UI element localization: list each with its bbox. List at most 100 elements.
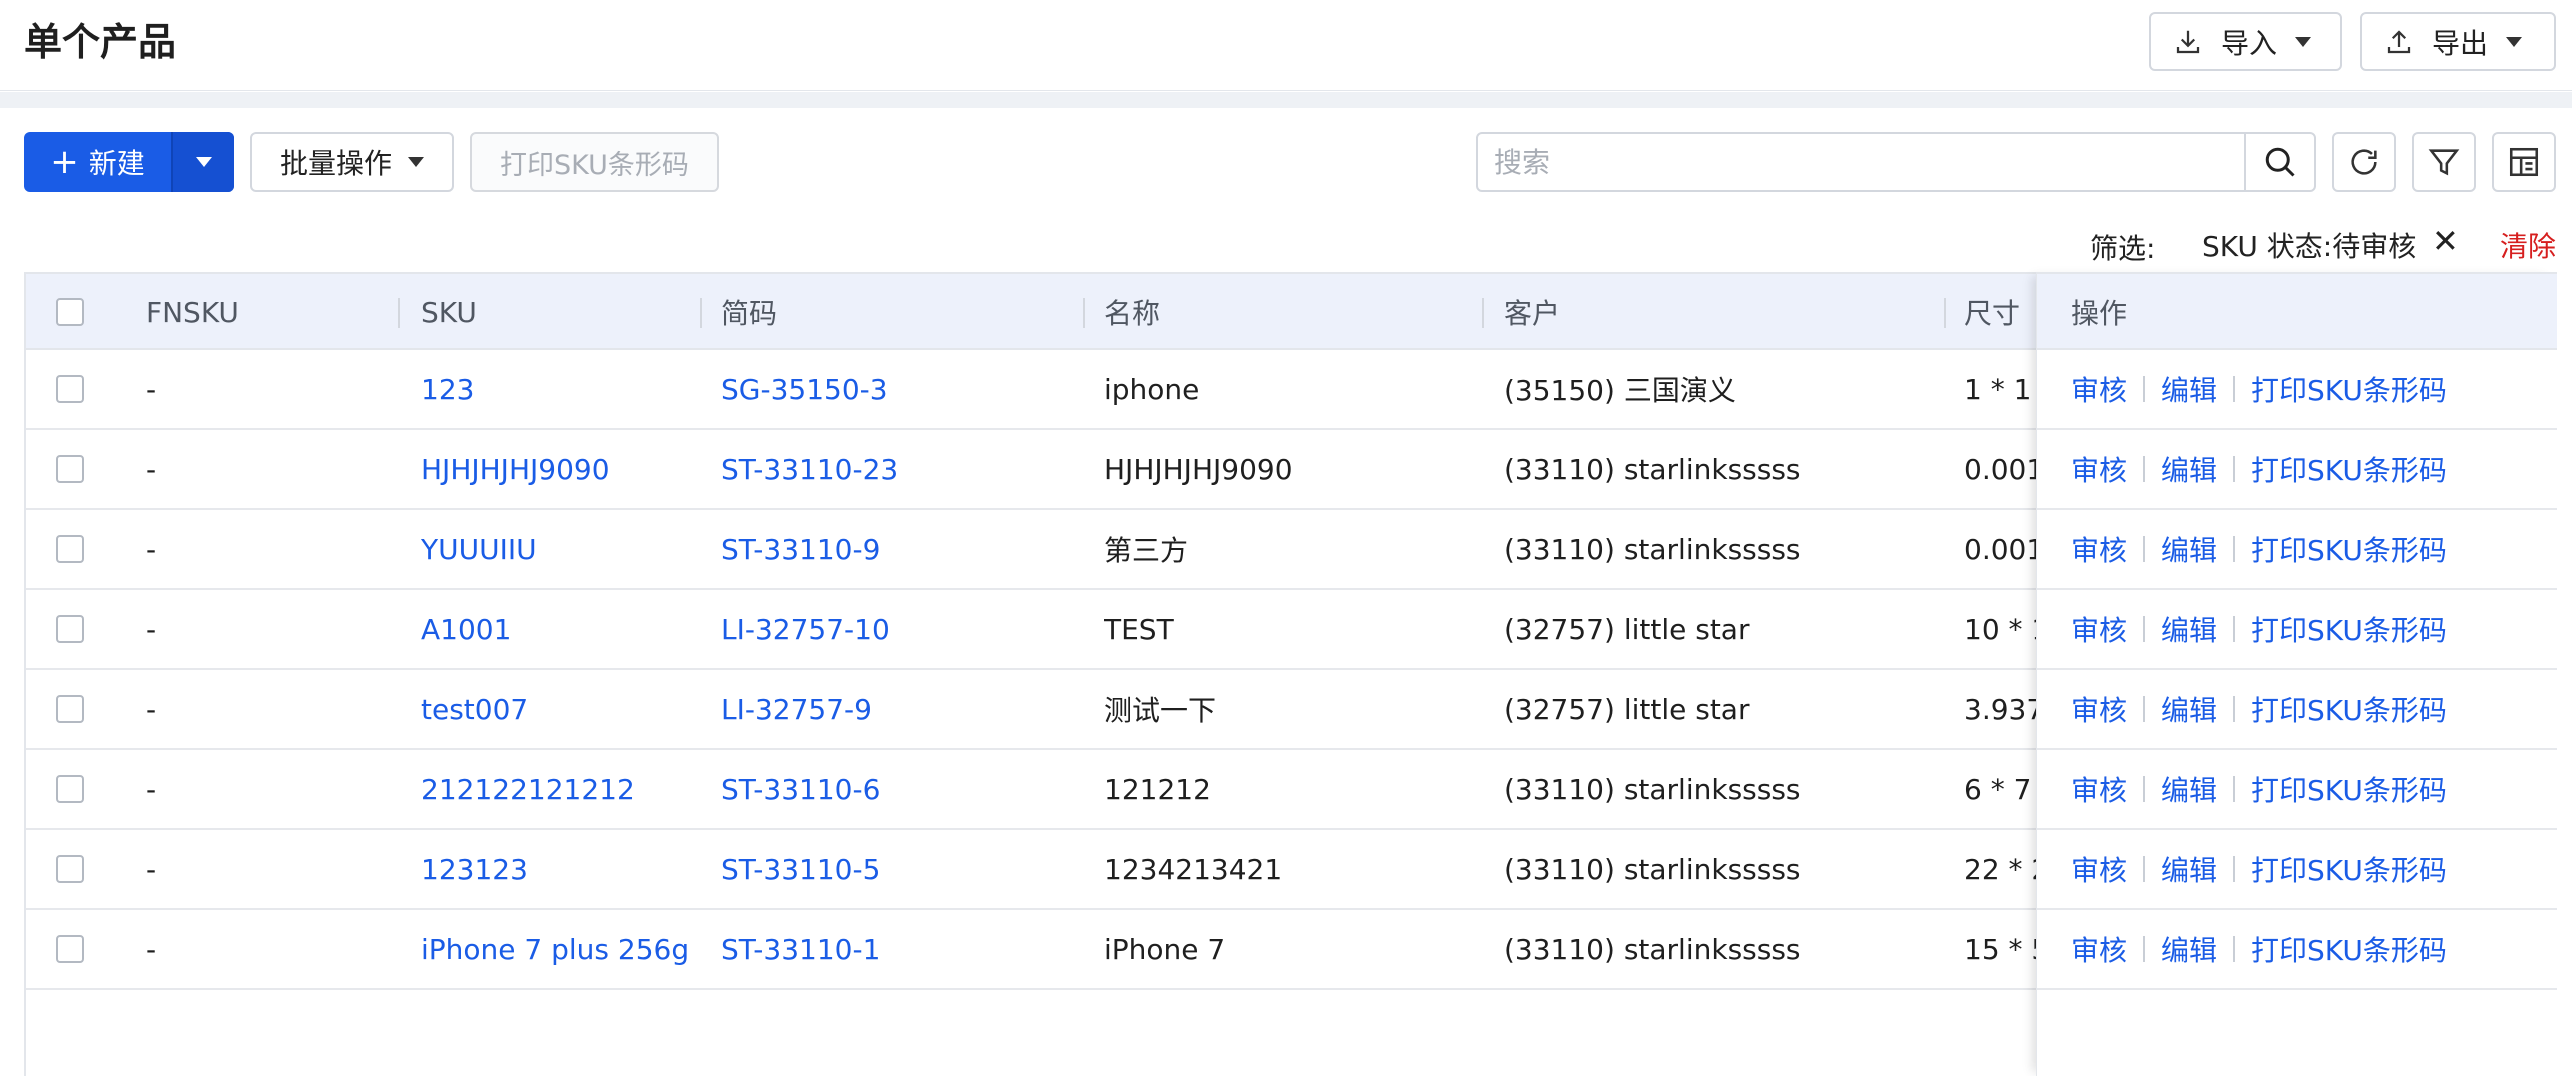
column-resizer[interactable] <box>1083 298 1085 328</box>
actions-header: 操作 <box>2037 272 2557 350</box>
cell-customer: (32757) little star <box>1504 692 1750 726</box>
row-checkbox[interactable] <box>56 375 84 403</box>
approve-link[interactable]: 审核 <box>2071 689 2127 729</box>
export-button[interactable]: 导出 <box>2360 12 2556 71</box>
edit-link[interactable]: 编辑 <box>2161 689 2217 729</box>
cell-name: 121212 <box>1104 772 1211 806</box>
cell-customer: (33110) starlinksssss <box>1504 772 1801 806</box>
cell-code-link[interactable]: LI-32757-9 <box>721 670 1081 748</box>
search-box <box>1476 132 2316 192</box>
edit-link[interactable]: 编辑 <box>2161 769 2217 809</box>
cell-sku-link[interactable]: A1001 <box>421 590 711 668</box>
approve-link[interactable]: 审核 <box>2071 529 2127 569</box>
row-actions: 审核 编辑 打印SKU条形码 <box>2037 510 2557 590</box>
cell-sku-link[interactable]: 212122121212 <box>421 750 711 828</box>
column-header-size[interactable]: 尺寸 <box>1964 274 2020 350</box>
column-header-code[interactable]: 简码 <box>721 274 777 350</box>
cell-code-link[interactable]: ST-33110-1 <box>721 910 1081 988</box>
column-resizer[interactable] <box>700 298 702 328</box>
approve-link[interactable]: 审核 <box>2071 849 2127 889</box>
row-checkbox[interactable] <box>56 455 84 483</box>
column-header-sku[interactable]: SKU <box>421 274 477 350</box>
cell-code-link[interactable]: LI-32757-10 <box>721 590 1081 668</box>
column-resizer[interactable] <box>1944 298 1946 328</box>
cell-name: TEST <box>1104 612 1174 646</box>
edit-link[interactable]: 编辑 <box>2161 449 2217 489</box>
divider <box>2143 936 2146 962</box>
close-icon[interactable]: ✕ <box>2432 222 2459 260</box>
print-barcode-link[interactable]: 打印SKU条形码 <box>2251 689 2447 729</box>
cell-code-link[interactable]: ST-33110-23 <box>721 430 1081 508</box>
cell-name: iPhone 7 <box>1104 932 1226 966</box>
row-actions: 审核 编辑 打印SKU条形码 <box>2037 350 2557 430</box>
refresh-icon <box>2351 149 2377 175</box>
edit-link[interactable]: 编辑 <box>2161 849 2217 889</box>
cell-customer: (33110) starlinksssss <box>1504 452 1801 486</box>
column-resizer[interactable] <box>398 298 400 328</box>
new-button-group: + 新建 <box>24 132 234 192</box>
divider <box>2233 696 2236 722</box>
column-header-customer[interactable]: 客户 <box>1504 274 1560 350</box>
cell-name: HJHJHJHJ9090 <box>1104 452 1293 486</box>
cell-sku-link[interactable]: test007 <box>421 670 711 748</box>
cell-sku-link[interactable]: 123 <box>421 350 711 428</box>
approve-link[interactable]: 审核 <box>2071 769 2127 809</box>
cell-code-link[interactable]: ST-33110-6 <box>721 750 1081 828</box>
cell-sku-link[interactable]: 123123 <box>421 830 711 908</box>
filter-tag: SKU 状态:待审核 <box>2202 230 2417 263</box>
divider <box>2233 456 2236 482</box>
print-barcode-link[interactable]: 打印SKU条形码 <box>2251 449 2447 489</box>
row-actions: 审核 编辑 打印SKU条形码 <box>2037 750 2557 830</box>
batch-actions-button[interactable]: 批量操作 <box>250 132 454 192</box>
cell-sku-link[interactable]: HJHJHJHJ9090 <box>421 430 711 508</box>
approve-link[interactable]: 审核 <box>2071 929 2127 969</box>
search-input[interactable] <box>1478 134 2244 190</box>
print-barcode-link[interactable]: 打印SKU条形码 <box>2251 609 2447 649</box>
column-header-fnsku[interactable]: FNSKU <box>146 274 239 350</box>
clear-filter-link[interactable]: 清除 <box>2500 225 2556 265</box>
print-barcode-link[interactable]: 打印SKU条形码 <box>2251 769 2447 809</box>
column-settings-button[interactable] <box>2492 132 2556 192</box>
row-checkbox[interactable] <box>56 775 84 803</box>
column-header-name[interactable]: 名称 <box>1104 274 1160 350</box>
edit-link[interactable]: 编辑 <box>2161 529 2217 569</box>
row-checkbox[interactable] <box>56 695 84 723</box>
import-button[interactable]: 导入 <box>2149 12 2342 71</box>
edit-link[interactable]: 编辑 <box>2161 609 2217 649</box>
approve-link[interactable]: 审核 <box>2071 449 2127 489</box>
actions-column: 操作 审核 编辑 打印SKU条形码 审核 编辑 打印SKU条形码 审核 编辑 打印SKU条形码审… <box>2036 272 2557 1076</box>
new-button[interactable]: + 新建 <box>24 132 171 192</box>
new-label: 新建 <box>88 147 145 180</box>
row-checkbox[interactable] <box>56 855 84 883</box>
export-label: 导出 <box>2432 26 2489 60</box>
filter-button[interactable] <box>2412 132 2476 192</box>
print-barcode-link[interactable]: 打印SKU条形码 <box>2251 529 2447 569</box>
cell-code-link[interactable]: ST-33110-5 <box>721 830 1081 908</box>
cell-fnsku: - <box>146 932 157 966</box>
row-checkbox[interactable] <box>56 615 84 643</box>
select-all-checkbox[interactable] <box>56 298 84 326</box>
cell-size: 22 * 2 <box>1964 852 2044 886</box>
row-checkbox[interactable] <box>56 935 84 963</box>
column-resizer[interactable] <box>1482 298 1484 328</box>
edit-link[interactable]: 编辑 <box>2161 369 2217 409</box>
cell-name: 测试一下 <box>1104 694 1217 727</box>
edit-link[interactable]: 编辑 <box>2161 929 2217 969</box>
new-dropdown-button[interactable] <box>171 132 234 192</box>
print-sku-barcode-button[interactable]: 打印SKU条形码 <box>470 132 719 192</box>
cell-code-link[interactable]: SG-35150-3 <box>721 350 1081 428</box>
cell-fnsku: - <box>146 612 157 646</box>
print-barcode-link[interactable]: 打印SKU条形码 <box>2251 369 2447 409</box>
print-barcode-link[interactable]: 打印SKU条形码 <box>2251 929 2447 969</box>
cell-sku-link[interactable]: YUUUIIU <box>421 510 711 588</box>
search-button[interactable] <box>2244 134 2314 190</box>
cell-sku-link[interactable]: iPhone 7 plus 256g <box>421 910 711 988</box>
divider <box>2143 536 2146 562</box>
refresh-button[interactable] <box>2332 132 2396 192</box>
row-checkbox[interactable] <box>56 535 84 563</box>
row-actions: 审核 编辑 打印SKU条形码 <box>2037 910 2557 990</box>
approve-link[interactable]: 审核 <box>2071 609 2127 649</box>
approve-link[interactable]: 审核 <box>2071 369 2127 409</box>
print-barcode-link[interactable]: 打印SKU条形码 <box>2251 849 2447 889</box>
cell-code-link[interactable]: ST-33110-9 <box>721 510 1081 588</box>
